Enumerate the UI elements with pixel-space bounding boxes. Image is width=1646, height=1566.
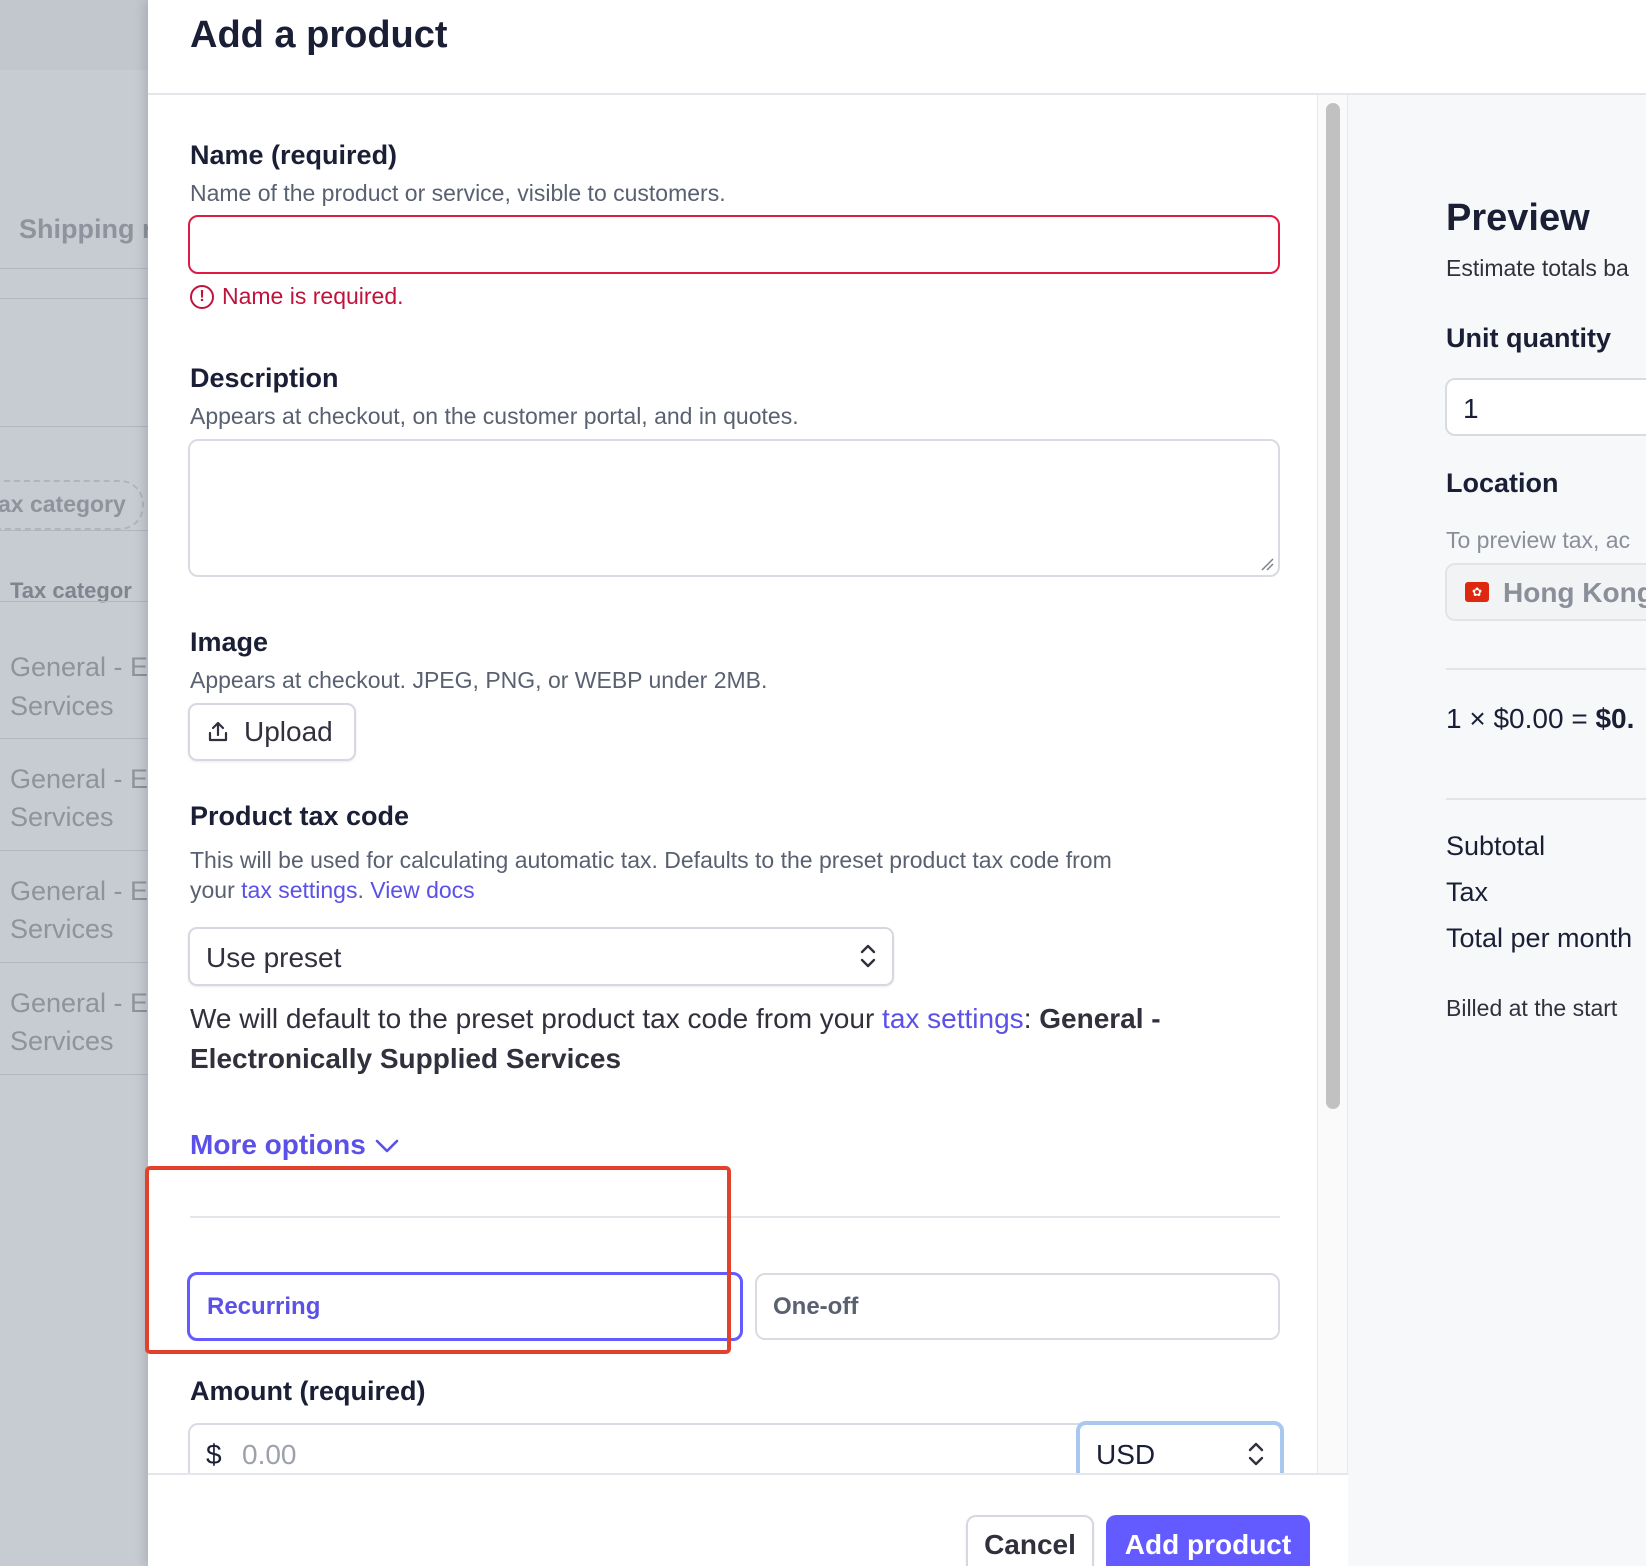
currency-select-value: USD xyxy=(1096,1439,1156,1470)
background-page: Shipping r ax category Tax categor Gener… xyxy=(0,0,148,1566)
description-help: Appears at checkout, on the customer por… xyxy=(190,403,799,429)
tax-code-select[interactable]: Use preset xyxy=(188,927,894,986)
more-options-toggle[interactable]: More options xyxy=(190,1129,400,1161)
resize-grip-icon[interactable] xyxy=(1260,557,1274,571)
form-scrollbar-thumb[interactable] xyxy=(1326,103,1340,1109)
upload-button[interactable]: Upload xyxy=(188,703,356,761)
upload-icon xyxy=(208,721,228,742)
background-row-line1: General - E xyxy=(10,988,148,1018)
chevron-up-down-icon xyxy=(1248,1442,1264,1466)
background-divider xyxy=(0,426,148,427)
background-tax-category-pill-label: ax category xyxy=(0,491,126,517)
calculation-result: $0. xyxy=(1595,703,1635,734)
name-label: Name (required) xyxy=(190,140,398,170)
one-off-option[interactable]: One-off xyxy=(755,1273,1280,1340)
background-shipping-label: Shipping r xyxy=(19,214,148,244)
section-divider xyxy=(190,1216,1280,1218)
background-row-line2: Services xyxy=(10,802,114,832)
location-help: To preview tax, ac xyxy=(1446,527,1631,553)
tax-code-help-your: your xyxy=(190,877,242,903)
product-form: Name (required) Name of the product or s… xyxy=(148,95,1348,1473)
background-divider xyxy=(0,530,148,531)
recurring-option-label: Recurring xyxy=(207,1293,321,1320)
preview-calculation: 1 × $0.00 = $0. xyxy=(1446,703,1634,735)
calculation-prefix: 1 × $0.00 = xyxy=(1446,703,1596,734)
tax-label: Tax xyxy=(1446,877,1489,907)
preview-divider xyxy=(1446,798,1646,800)
amount-label: Amount (required) xyxy=(190,1376,426,1406)
chevron-down-icon xyxy=(375,1139,399,1153)
tax-settings-link[interactable]: tax settings xyxy=(241,877,357,903)
background-divider xyxy=(0,298,148,299)
tax-default-note-colon: : xyxy=(1023,1003,1040,1034)
name-error: ! Name is required. xyxy=(190,283,404,310)
preview-divider xyxy=(1446,668,1646,670)
currency-select[interactable]: USD xyxy=(1076,1421,1284,1473)
add-product-button[interactable]: Add product xyxy=(1106,1515,1310,1566)
add-product-modal: Add a product Name (required) Name of th… xyxy=(148,0,1646,1566)
tax-default-note-prefix: We will default to the preset product ta… xyxy=(190,1003,883,1034)
total-per-month-label: Total per month xyxy=(1446,923,1633,953)
background-row-line2: Services xyxy=(10,914,114,944)
upload-button-label: Upload xyxy=(244,716,333,747)
background-divider xyxy=(0,268,148,269)
exclamation-circle-icon: ! xyxy=(190,284,214,309)
background-row-line2: Services xyxy=(10,1026,114,1056)
preview-title: Preview xyxy=(1446,197,1590,239)
background-divider xyxy=(0,738,148,739)
description-label: Description xyxy=(190,363,339,393)
name-input[interactable] xyxy=(188,215,1280,274)
billed-note: Billed at the start xyxy=(1446,995,1618,1021)
tax-code-help-line2: your tax settings. View docs xyxy=(190,877,475,904)
name-error-text: Name is required. xyxy=(222,283,404,309)
tax-code-select-value: Use preset xyxy=(206,942,342,973)
background-row-line1: General - E xyxy=(10,764,148,794)
unit-quantity-label: Unit quantity xyxy=(1446,323,1611,353)
view-docs-link[interactable]: View docs xyxy=(370,877,474,903)
background-divider xyxy=(0,850,148,851)
chevron-up-down-icon xyxy=(860,944,876,968)
background-row-line1: General - E xyxy=(10,652,148,682)
modal-title: Add a product xyxy=(190,14,448,56)
cancel-button[interactable]: Cancel xyxy=(966,1515,1094,1566)
amount-input[interactable]: $ 0.00 USD xyxy=(188,1421,1284,1473)
description-textarea[interactable] xyxy=(188,439,1280,577)
tax-code-label: Product tax code xyxy=(190,801,410,831)
background-header xyxy=(0,0,148,70)
unit-quantity-input[interactable]: 1 xyxy=(1445,378,1646,436)
image-help: Appears at checkout. JPEG, PNG, or WEBP … xyxy=(190,667,768,693)
background-divider xyxy=(0,962,148,963)
more-options-label: More options xyxy=(190,1129,366,1160)
tax-default-note: We will default to the preset product ta… xyxy=(190,999,1250,1079)
location-label: Location xyxy=(1446,468,1559,498)
name-help: Name of the product or service, visible … xyxy=(190,180,726,206)
preview-subtitle: Estimate totals ba xyxy=(1446,255,1629,281)
background-divider xyxy=(0,601,148,602)
subtotal-label: Subtotal xyxy=(1446,831,1546,861)
background-row-line1: General - E xyxy=(10,876,148,906)
tax-code-help-line1: This will be used for calculating automa… xyxy=(190,847,1112,873)
tax-settings-link-2[interactable]: tax settings xyxy=(882,1003,1024,1034)
modal-footer: Cancel Add product xyxy=(148,1473,1348,1566)
image-label: Image xyxy=(190,627,269,657)
currency-symbol: $ xyxy=(206,1439,222,1470)
background-divider xyxy=(0,1074,148,1075)
recurring-option[interactable]: Recurring xyxy=(187,1272,743,1341)
tax-code-help-dot: . xyxy=(357,877,364,903)
one-off-option-label: One-off xyxy=(773,1293,859,1320)
unit-quantity-value: 1 xyxy=(1463,393,1479,424)
location-select[interactable]: ✿ Hong Kong xyxy=(1445,563,1646,621)
preview-panel: Preview Estimate totals ba Unit quantity… xyxy=(1348,95,1646,1566)
location-select-value: Hong Kong xyxy=(1503,577,1646,608)
modal-header: Add a product xyxy=(148,0,1646,95)
hong-kong-flag-icon: ✿ xyxy=(1465,582,1489,602)
background-row-line2: Services xyxy=(10,691,114,721)
amount-placeholder: 0.00 xyxy=(242,1439,297,1470)
